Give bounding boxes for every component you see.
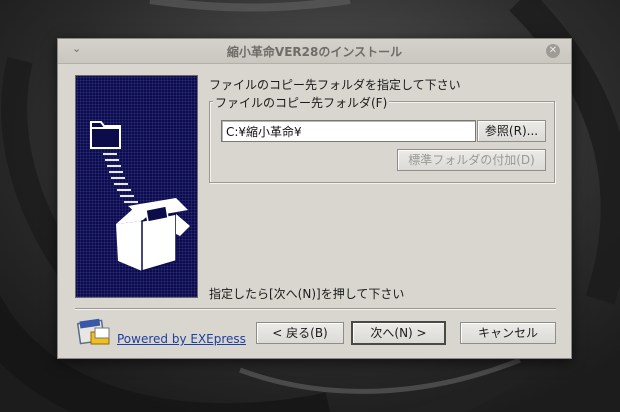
title-bar[interactable]: ⌄ 縮小革命VER28のインストール ✕: [58, 39, 571, 64]
destination-group-label: ファイルのコピー先フォルダ(F): [213, 94, 390, 111]
close-icon[interactable]: ✕: [546, 44, 560, 58]
installer-dialog: ⌄ 縮小革命VER28のインストール ✕ ファイルのコピー先フォルダを指定して下…: [57, 38, 572, 359]
destination-path-input[interactable]: [221, 120, 476, 142]
exepress-logo-icon: [76, 318, 110, 345]
footer-divider: [75, 308, 556, 310]
next-button[interactable]: 次へ(N) >: [351, 321, 446, 345]
instruction-text: ファイルのコピー先フォルダを指定して下さい: [209, 78, 461, 92]
cancel-button[interactable]: キャンセル: [460, 322, 556, 344]
side-image-panel: [75, 75, 198, 298]
browse-button[interactable]: 参照(R)...: [477, 120, 546, 142]
window-title: 縮小革命VER28のインストール: [226, 45, 403, 59]
back-button[interactable]: < 戻る(B): [256, 322, 344, 344]
powered-by-link[interactable]: Powered by EXEpress: [117, 332, 246, 346]
next-prompt-text: 指定したら[次へ(N)]を押して下さい: [209, 287, 405, 301]
add-standard-folder-button[interactable]: 標準フォルダの付加(D): [397, 149, 546, 171]
folder-into-box-icon: [90, 121, 190, 273]
